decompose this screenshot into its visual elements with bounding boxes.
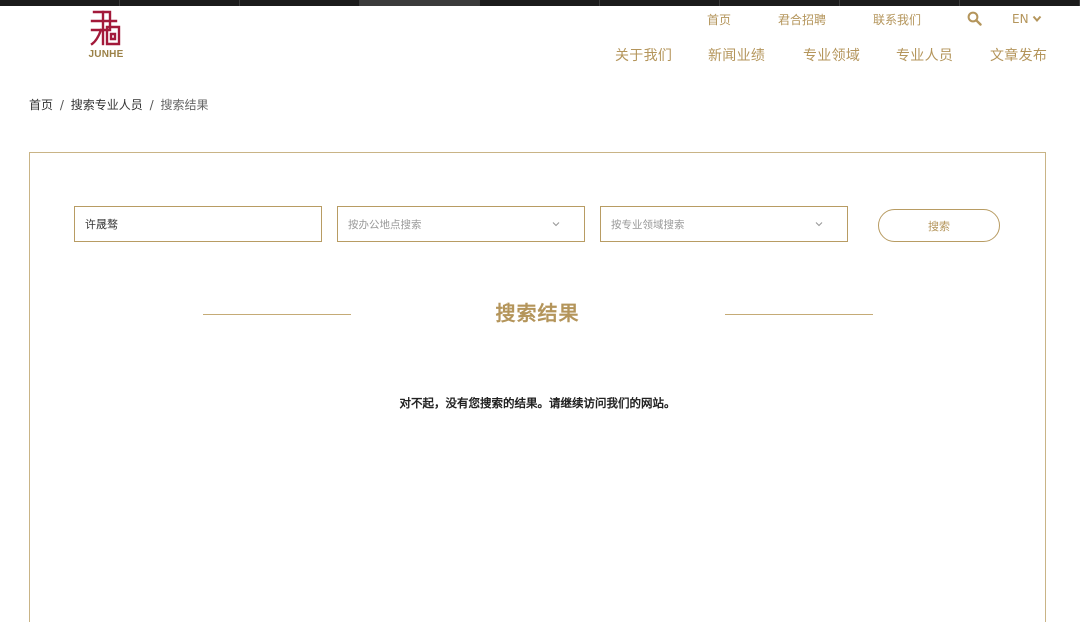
no-results-message: 对不起，没有您搜索的结果。请继续访问我们的网站。 <box>399 395 676 410</box>
main-nav: 关于我们 新闻业绩 专业领域 专业人员 文章发布 <box>0 45 1080 65</box>
nav-about-us[interactable]: 关于我们 <box>615 45 672 65</box>
office-location-select[interactable]: 按办公地点搜索 <box>337 206 585 242</box>
tab-strip-segment <box>0 0 120 6</box>
search-panel: 按办公地点搜索 按专业领域搜索 搜索 搜索结果 对不起，没有您搜索的结果。请继续… <box>29 152 1046 622</box>
language-switch[interactable]: EN <box>1012 12 1042 26</box>
chevron-down-icon <box>815 222 823 227</box>
utility-nav: 首页 君合招聘 联系我们 EN <box>0 11 1080 29</box>
tab-strip-segment-active <box>360 0 480 6</box>
breadcrumb: 首页 / 搜索专业人员 / 搜索结果 <box>29 96 208 113</box>
nav-publications[interactable]: 文章发布 <box>990 45 1047 65</box>
tab-strip-segment <box>960 0 1080 6</box>
nav-practice-areas[interactable]: 专业领域 <box>803 45 860 65</box>
utility-link-home[interactable]: 首页 <box>707 11 731 28</box>
breadcrumb-separator: / <box>149 98 154 112</box>
practice-area-placeholder: 按专业领域搜索 <box>611 218 685 231</box>
language-label: EN <box>1012 12 1029 26</box>
results-heading: 搜索结果 <box>495 301 580 325</box>
nav-professionals[interactable]: 专业人员 <box>896 45 953 65</box>
utility-link-contact[interactable]: 联系我们 <box>873 11 921 28</box>
tab-strip-segment <box>240 0 360 6</box>
breadcrumb-search-professionals[interactable]: 搜索专业人员 <box>71 98 143 112</box>
chevron-down-icon <box>1032 15 1041 23</box>
tab-strip-segment <box>600 0 720 6</box>
tab-strip-segment <box>840 0 960 6</box>
breadcrumb-home[interactable]: 首页 <box>29 98 53 112</box>
search-icon[interactable] <box>967 11 983 27</box>
search-button[interactable]: 搜索 <box>878 209 1000 242</box>
tab-strip-segment <box>480 0 600 6</box>
tab-strip-segment <box>120 0 240 6</box>
chevron-down-icon <box>552 222 560 227</box>
breadcrumb-current: 搜索结果 <box>160 98 209 112</box>
tab-strip-segment <box>720 0 840 6</box>
utility-link-careers[interactable]: 君合招聘 <box>778 11 826 28</box>
breadcrumb-separator: / <box>59 98 64 112</box>
office-location-placeholder: 按办公地点搜索 <box>348 218 422 231</box>
name-search-input[interactable] <box>74 206 322 242</box>
nav-news[interactable]: 新闻业绩 <box>708 45 765 65</box>
browser-tab-strip <box>0 0 1080 6</box>
practice-area-select[interactable]: 按专业领域搜索 <box>600 206 848 242</box>
heading-divider-right <box>725 314 873 315</box>
